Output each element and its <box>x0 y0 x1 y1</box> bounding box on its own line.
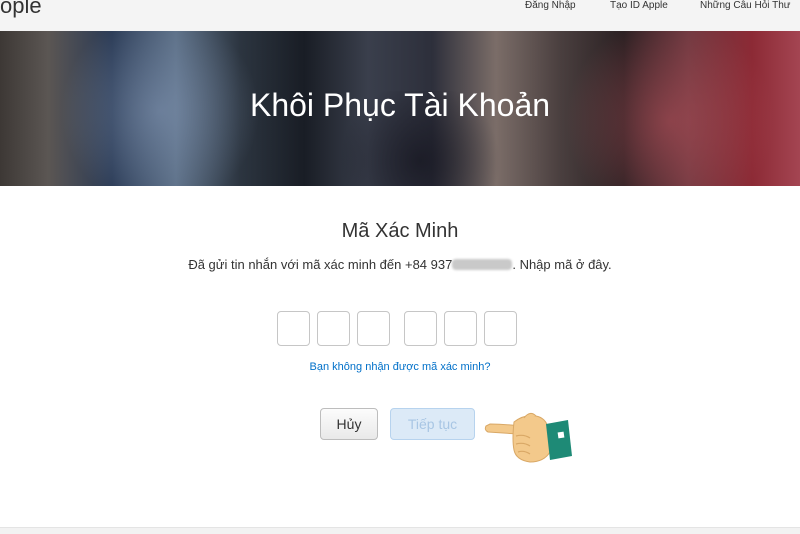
description-text-end: . Nhập mã ở đây. <box>512 257 612 272</box>
apple-logo-text[interactable]: ople <box>0 0 42 19</box>
code-digit-input-3[interactable] <box>357 311 390 346</box>
description-text-start: Đã gửi tin nhắn với mã xác minh đến +84 … <box>188 257 453 272</box>
nav-link-sign-in[interactable]: Đăng Nhập <box>525 0 576 11</box>
continue-button[interactable]: Tiếp tục <box>390 408 475 440</box>
pointing-hand-icon <box>484 412 572 463</box>
hero-banner: Khôi Phục Tài Khoản <box>0 31 800 186</box>
verification-code-title: Mã Xác Minh <box>341 220 459 242</box>
top-navigation-bar: ople Đăng Nhập Tạo ID Apple Những Câu Hỏ… <box>0 0 800 32</box>
code-digit-input-2[interactable] <box>317 311 350 346</box>
code-digit-input-5[interactable] <box>444 311 477 346</box>
nav-link-faq[interactable]: Những Câu Hỏi Thư <box>700 0 790 11</box>
cancel-button[interactable]: Hủy <box>320 408 378 440</box>
redacted-phone-digits <box>452 259 513 270</box>
code-digit-input-1[interactable] <box>277 311 310 346</box>
code-digit-input-4[interactable] <box>404 311 437 346</box>
nav-link-create-apple-id[interactable]: Tạo ID Apple <box>610 0 668 11</box>
code-digit-input-6[interactable] <box>484 311 517 346</box>
page-title: Khôi Phục Tài Khoản <box>249 87 551 123</box>
verification-description: Đã gửi tin nhắn với mã xác minh đến +84 … <box>180 254 620 276</box>
resend-code-link[interactable]: Bạn không nhận được mã xác minh? <box>0 361 800 373</box>
